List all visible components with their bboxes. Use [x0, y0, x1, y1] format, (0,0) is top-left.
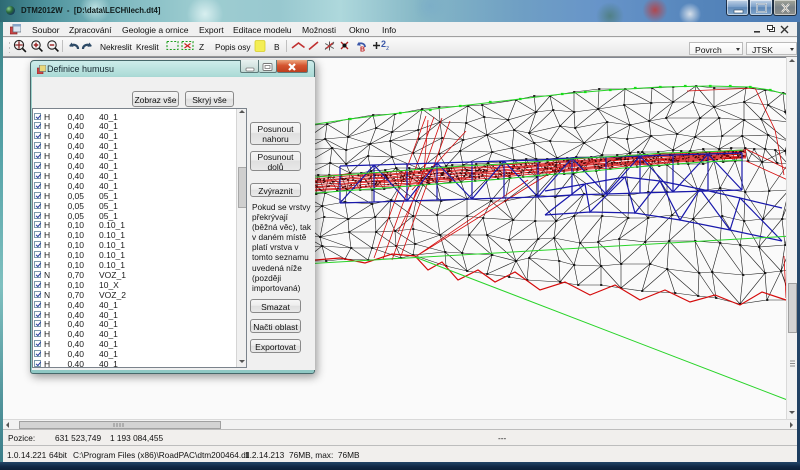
svg-text:z: z: [386, 45, 389, 52]
svg-text:B: B: [360, 47, 365, 54]
